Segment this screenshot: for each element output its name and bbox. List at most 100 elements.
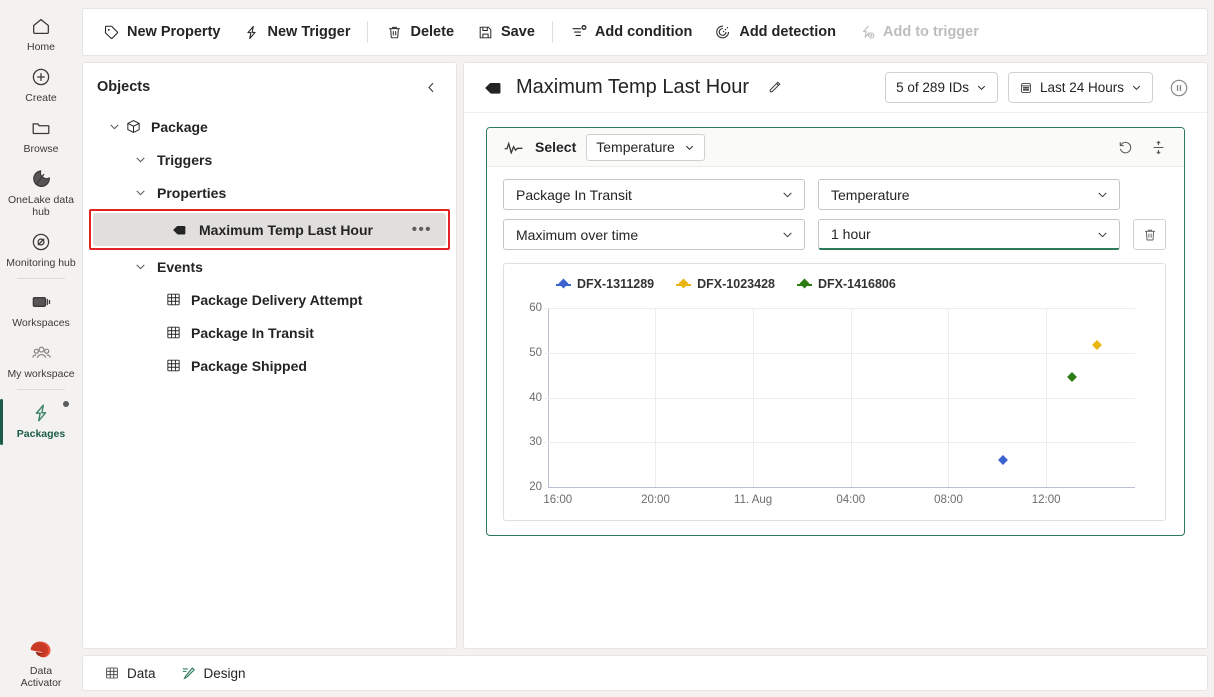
legend-item-2[interactable]: DFX-1416806 (796, 277, 896, 291)
sparkline-icon (503, 139, 525, 155)
legend-label: DFX-1311289 (577, 277, 655, 291)
chart-x-tick-label: 12:00 (1031, 494, 1061, 506)
chart-y-tick-label: 40 (529, 391, 542, 404)
event-source-value: Package In Transit (516, 186, 632, 203)
add-detection-button[interactable]: Add detection (703, 15, 847, 49)
tree-item-events[interactable]: Events (83, 250, 456, 283)
toolbar-divider (367, 21, 369, 43)
chart-data-point[interactable] (1067, 372, 1078, 383)
chart-data-point[interactable] (1091, 340, 1102, 351)
table-icon (163, 290, 183, 310)
tree-item-properties[interactable]: Properties (83, 176, 456, 209)
id-filter-dropdown[interactable]: 5 of 289 IDs (885, 72, 998, 103)
chevron-down-icon (1131, 82, 1142, 93)
window-size-value: 1 hour (831, 226, 871, 242)
tag-icon (171, 220, 191, 240)
legend-marker-icon (556, 279, 571, 290)
rail-item-label: OneLake data hub (8, 194, 74, 218)
chart-legend: DFX-1311289 DFX-1023428 DFX-1416806 (514, 274, 1153, 294)
aggregation-value: Maximum over time (516, 226, 639, 243)
chart-y-tick-mark (544, 308, 549, 309)
rail-item-monitoring-hub[interactable]: Monitoring hub (4, 224, 78, 273)
rail-item-create[interactable]: Create (4, 59, 78, 108)
tree-item-package[interactable]: Package (83, 110, 456, 143)
event-source-dropdown[interactable]: Package In Transit (503, 179, 805, 210)
tree-item-label: Package Delivery Attempt (191, 291, 363, 308)
chart-plot: 20 30 40 50 60 16:00 20:00 11. Aug 04:00 08:00 12:… (514, 294, 1153, 516)
chart-y-tick-label: 30 (529, 436, 542, 449)
objects-tree: Package Triggers Properties Maximum Temp… (83, 108, 456, 382)
new-trigger-button[interactable]: New Trigger (231, 15, 361, 49)
chart-y-tick-mark (544, 397, 549, 399)
content-region: New Property New Trigger Delete Save Add… (82, 0, 1214, 697)
aggregation-dropdown[interactable]: Maximum over time (503, 219, 805, 250)
tb-label: New Property (127, 24, 221, 40)
chevron-down-icon[interactable] (105, 118, 123, 136)
pause-circle-icon[interactable] (1165, 74, 1193, 102)
bolt-icon (242, 23, 260, 41)
tree-item-package-in-transit[interactable]: Package In Transit (83, 316, 456, 349)
rail-item-browse[interactable]: Browse (4, 110, 78, 159)
chevron-down-icon[interactable] (131, 151, 149, 169)
legend-item-1[interactable]: DFX-1023428 (676, 277, 775, 291)
add-to-trigger-button[interactable]: Add to trigger (847, 15, 990, 49)
chart-data-point[interactable] (998, 455, 1009, 466)
select-type-dropdown[interactable]: Temperature (586, 133, 705, 161)
rail-item-packages[interactable]: Packages (0, 395, 78, 445)
tb-label: Add to trigger (883, 24, 979, 40)
rail-item-label: Create (25, 92, 57, 104)
delete-button[interactable]: Delete (374, 15, 465, 49)
measure-field-dropdown[interactable]: Temperature (818, 179, 1120, 210)
delete-query-button[interactable] (1133, 219, 1166, 250)
query-dropdown-row-1: Package In Transit Temperature (503, 179, 1120, 210)
activator-bolt-icon (28, 400, 54, 426)
chart-plot-area[interactable]: 20 30 40 50 60 16:00 20:00 11. Aug 04:00 08:00 12:… (529, 302, 1135, 506)
tree-item-label: Properties (157, 184, 227, 201)
new-property-button[interactable]: New Property (91, 15, 231, 49)
pencil-icon[interactable] (761, 75, 787, 101)
chevron-down-icon[interactable] (131, 184, 149, 202)
tree-item-triggers[interactable]: Triggers (83, 143, 456, 176)
chart-x-tick-label: 20:00 (641, 494, 670, 506)
window-size-dropdown[interactable]: 1 hour (818, 219, 1120, 250)
tb-label: Add detection (739, 24, 837, 40)
rail-item-onelake-data-hub[interactable]: OneLake data hub (4, 161, 78, 222)
measure-field-value: Temperature (831, 186, 910, 203)
rail-item-workspaces[interactable]: Workspaces (4, 284, 78, 333)
rail-item-label: My workspace (7, 368, 75, 380)
chevron-down-icon (1096, 188, 1109, 201)
body-row: Objects Package Triggers Properties Maxi… (82, 62, 1208, 649)
rail-item-data-activator[interactable]: Data Activator (4, 630, 78, 693)
legend-item-0[interactable]: DFX-1311289 (556, 277, 654, 291)
data-activator-logo (26, 635, 56, 665)
chevron-left-icon[interactable] (420, 76, 442, 98)
tb-label: New Trigger (267, 24, 351, 40)
add-condition-button[interactable]: Add condition (559, 15, 703, 49)
reset-icon[interactable] (1116, 138, 1135, 157)
chevron-down-icon (684, 142, 695, 153)
tb-label: Add condition (594, 24, 693, 40)
chevron-down-icon (1096, 228, 1109, 241)
tab-data[interactable]: Data (93, 660, 166, 687)
chart-y-tick-label: 60 (529, 302, 542, 314)
axis-split-icon[interactable] (1149, 138, 1168, 157)
home-icon (28, 13, 54, 39)
time-range-dropdown[interactable]: Last 24 Hours (1007, 72, 1153, 103)
rail-item-my-workspace[interactable]: My workspace (4, 335, 78, 384)
chevron-down-icon[interactable] (131, 258, 149, 276)
tree-item-maximum-temp-last-hour[interactable]: Maximum Temp Last Hour ••• (93, 213, 446, 246)
rail-item-label: Browse (23, 143, 59, 155)
chart-container: DFX-1311289 DFX-1023428 DFX-1416806 20 3… (503, 263, 1166, 521)
tree-item-label: Maximum Temp Last Hour (199, 221, 373, 238)
tab-design[interactable]: Design (170, 660, 256, 687)
rail-item-home[interactable]: Home (4, 8, 78, 57)
save-button[interactable]: Save (465, 15, 546, 49)
property-body: Select Temperature Package In Transit Te… (464, 113, 1207, 648)
onelake-icon (28, 166, 54, 192)
tree-item-package-delivery-attempt[interactable]: Package Delivery Attempt (83, 283, 456, 316)
tree-item-label: Triggers (157, 151, 213, 168)
tree-item-package-shipped[interactable]: Package Shipped (83, 349, 456, 382)
more-options-icon[interactable]: ••• (412, 222, 432, 237)
tree-item-label: Events (157, 258, 203, 275)
objects-panel: Objects Package Triggers Properties Maxi… (82, 62, 457, 649)
